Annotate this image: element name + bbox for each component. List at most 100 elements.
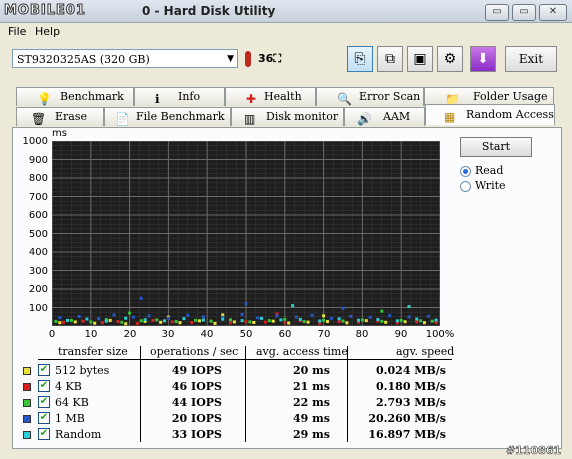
scatter-point [221, 317, 225, 321]
scatter-point [69, 318, 73, 322]
scatter-point [240, 319, 244, 323]
y-tick-label: 300 [28, 266, 48, 277]
tab-benchmark[interactable]: 💡 Benchmark [16, 87, 134, 106]
scatter-point [322, 318, 326, 322]
scatter-point [213, 321, 217, 325]
scatter-point [252, 320, 256, 324]
iops-value: 33 IOPS [171, 428, 222, 441]
table-row: ✔ 1 MB 20 IOPS 49 ms 20.260 MB/s [0, 411, 572, 427]
scatter-point [221, 313, 225, 317]
scatter-point [364, 319, 368, 323]
scatter-point [360, 318, 364, 322]
save-button[interactable]: ▣ [407, 46, 433, 72]
series-checkbox[interactable]: ✔ [38, 428, 50, 440]
tab-aam[interactable]: 🔊 AAM [344, 107, 425, 126]
start-button[interactable]: Start [460, 137, 532, 157]
tab-random-access[interactable]: ▦ Random Access [425, 104, 555, 125]
options-button[interactable]: ⚙ [437, 46, 463, 72]
tab-info[interactable]: ℹ Info [134, 87, 225, 106]
scatter-point [124, 316, 128, 320]
y-tick-label: 400 [28, 247, 48, 258]
scatter-point [197, 319, 201, 323]
tab-file-benchmark[interactable]: 📄 File Benchmark [104, 107, 231, 126]
read-radio[interactable] [460, 166, 471, 177]
x-tick-label: 30 [161, 329, 175, 340]
transfer-size-label: 4 KB [55, 380, 82, 393]
disk-select[interactable]: ST9320325AS (320 GB) ▼ [12, 49, 238, 68]
scatter-point [112, 313, 116, 317]
scatter-point [325, 320, 329, 324]
exit-button[interactable]: Exit [505, 46, 557, 72]
scatter-point [77, 314, 81, 318]
scatter-point [58, 321, 62, 325]
scatter-point [155, 318, 159, 322]
series-checkbox[interactable]: ✔ [38, 412, 50, 424]
temperature-value: 36⛶ [258, 52, 282, 65]
scatter-point [291, 304, 295, 308]
access-time-value: 49 ms [293, 412, 330, 425]
close-button[interactable]: ✕ [539, 4, 567, 21]
scatter-point [287, 321, 291, 325]
series-checkbox[interactable]: ✔ [38, 364, 50, 376]
file-icon: 📄 [115, 112, 130, 126]
scatter-point [368, 315, 372, 319]
series-color-swatch [23, 431, 31, 439]
scatter-point [66, 318, 70, 322]
menu-help[interactable]: Help [35, 25, 60, 38]
access-time-value: 21 ms [293, 380, 330, 393]
x-tick-label: 60 [278, 329, 292, 340]
tab-erase-label: Erase [55, 110, 88, 123]
download-button[interactable]: ⬇ [470, 46, 496, 72]
scatter-point [178, 321, 182, 325]
maximize-button[interactable]: ▭ [512, 4, 536, 21]
speed-value: 0.180 MB/s [376, 380, 446, 393]
scatter-point [163, 319, 167, 323]
tab-error-scan[interactable]: 🔍 Error Scan [316, 87, 424, 106]
tab-random-access-label: Random Access [466, 108, 554, 121]
write-radio-label: Write [475, 179, 506, 192]
copy-text-button[interactable]: ⎘ [347, 46, 373, 72]
scatter-point [81, 319, 85, 323]
minimize-button[interactable]: ▭ [485, 4, 509, 21]
chevron-down-icon[interactable]: ▼ [227, 52, 234, 66]
scatter-point [194, 318, 198, 322]
scatter-point [89, 320, 93, 324]
x-tick-label: 10 [84, 329, 98, 340]
scatter-point [341, 319, 345, 323]
scatter-point [116, 320, 120, 324]
chart-svg [52, 141, 440, 326]
scatter-point [85, 317, 89, 321]
scatter-point [62, 320, 66, 324]
scatter-point [415, 317, 419, 321]
header-operations: operations / sec [150, 345, 239, 358]
x-tick-label: 40 [200, 329, 214, 340]
series-checkbox[interactable]: ✔ [38, 396, 50, 408]
scatter-point [73, 320, 77, 324]
speaker-icon: 🔊 [357, 112, 372, 126]
table-row: ✔ Random 33 IOPS 29 ms 16.897 MB/s [0, 427, 572, 443]
copy-image-button[interactable]: ⧉ [377, 46, 403, 72]
tab-erase[interactable]: 🗑 Erase [16, 107, 104, 126]
series-checkbox[interactable]: ✔ [38, 380, 50, 392]
thermometer-icon [245, 51, 251, 67]
scatter-point [294, 315, 298, 319]
tab-health-label: Health [264, 90, 302, 103]
temperature-unit-icon: ⛶ [273, 52, 282, 65]
scatter-point [174, 320, 178, 324]
scatter-point [271, 319, 275, 323]
tab-disk-monitor[interactable]: ▥ Disk monitor [231, 107, 344, 126]
x-tick-label: 100% [425, 329, 455, 340]
info-icon: ℹ [155, 92, 160, 106]
scatter-point [124, 322, 128, 326]
scatter-point [407, 305, 411, 309]
tab-error-scan-label: Error Scan [359, 90, 421, 103]
write-radio[interactable] [460, 181, 471, 192]
tab-disk-monitor-label: Disk monitor [266, 110, 339, 123]
tab-health[interactable]: ✚ Health [225, 87, 316, 106]
access-time-value: 29 ms [293, 428, 330, 441]
scatter-point [415, 320, 419, 324]
floppy-disk-icon: ▣ [413, 51, 427, 67]
series-color-swatch [23, 367, 31, 375]
series-color-swatch [23, 415, 31, 423]
menu-file[interactable]: File [8, 25, 26, 38]
